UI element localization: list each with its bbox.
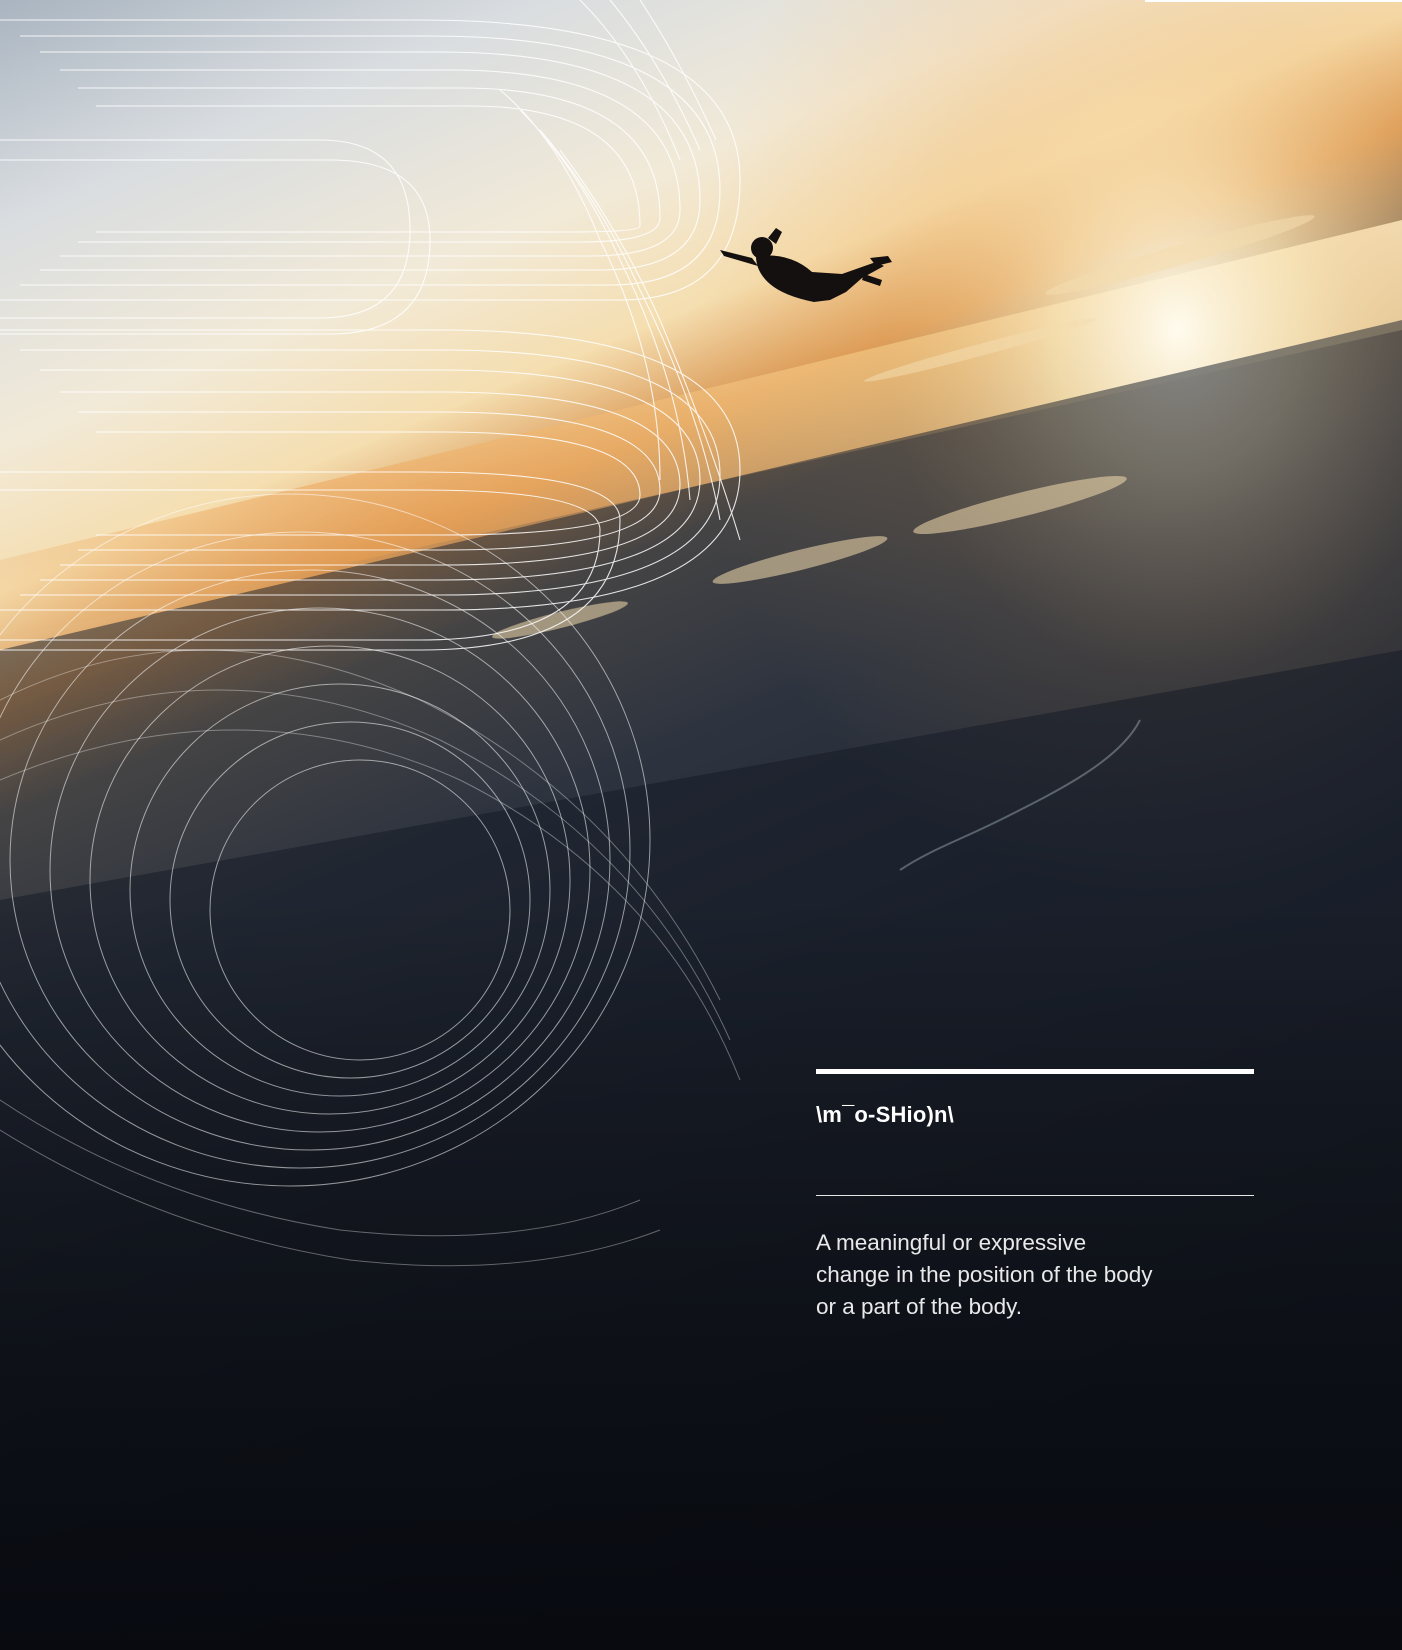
top-edge-strip [1145, 0, 1402, 2]
hero-scene: \m¯o-SHio)n\ A meaningful or expressive … [0, 0, 1402, 1650]
definition-divider [816, 1195, 1254, 1196]
definition-top-rule [816, 1069, 1254, 1074]
pronunciation-text: \m¯o-SHio)n\ [816, 1102, 954, 1127]
skydiver-silhouette-icon [720, 228, 892, 302]
definition-text: A meaningful or expressive change in the… [816, 1230, 1153, 1319]
